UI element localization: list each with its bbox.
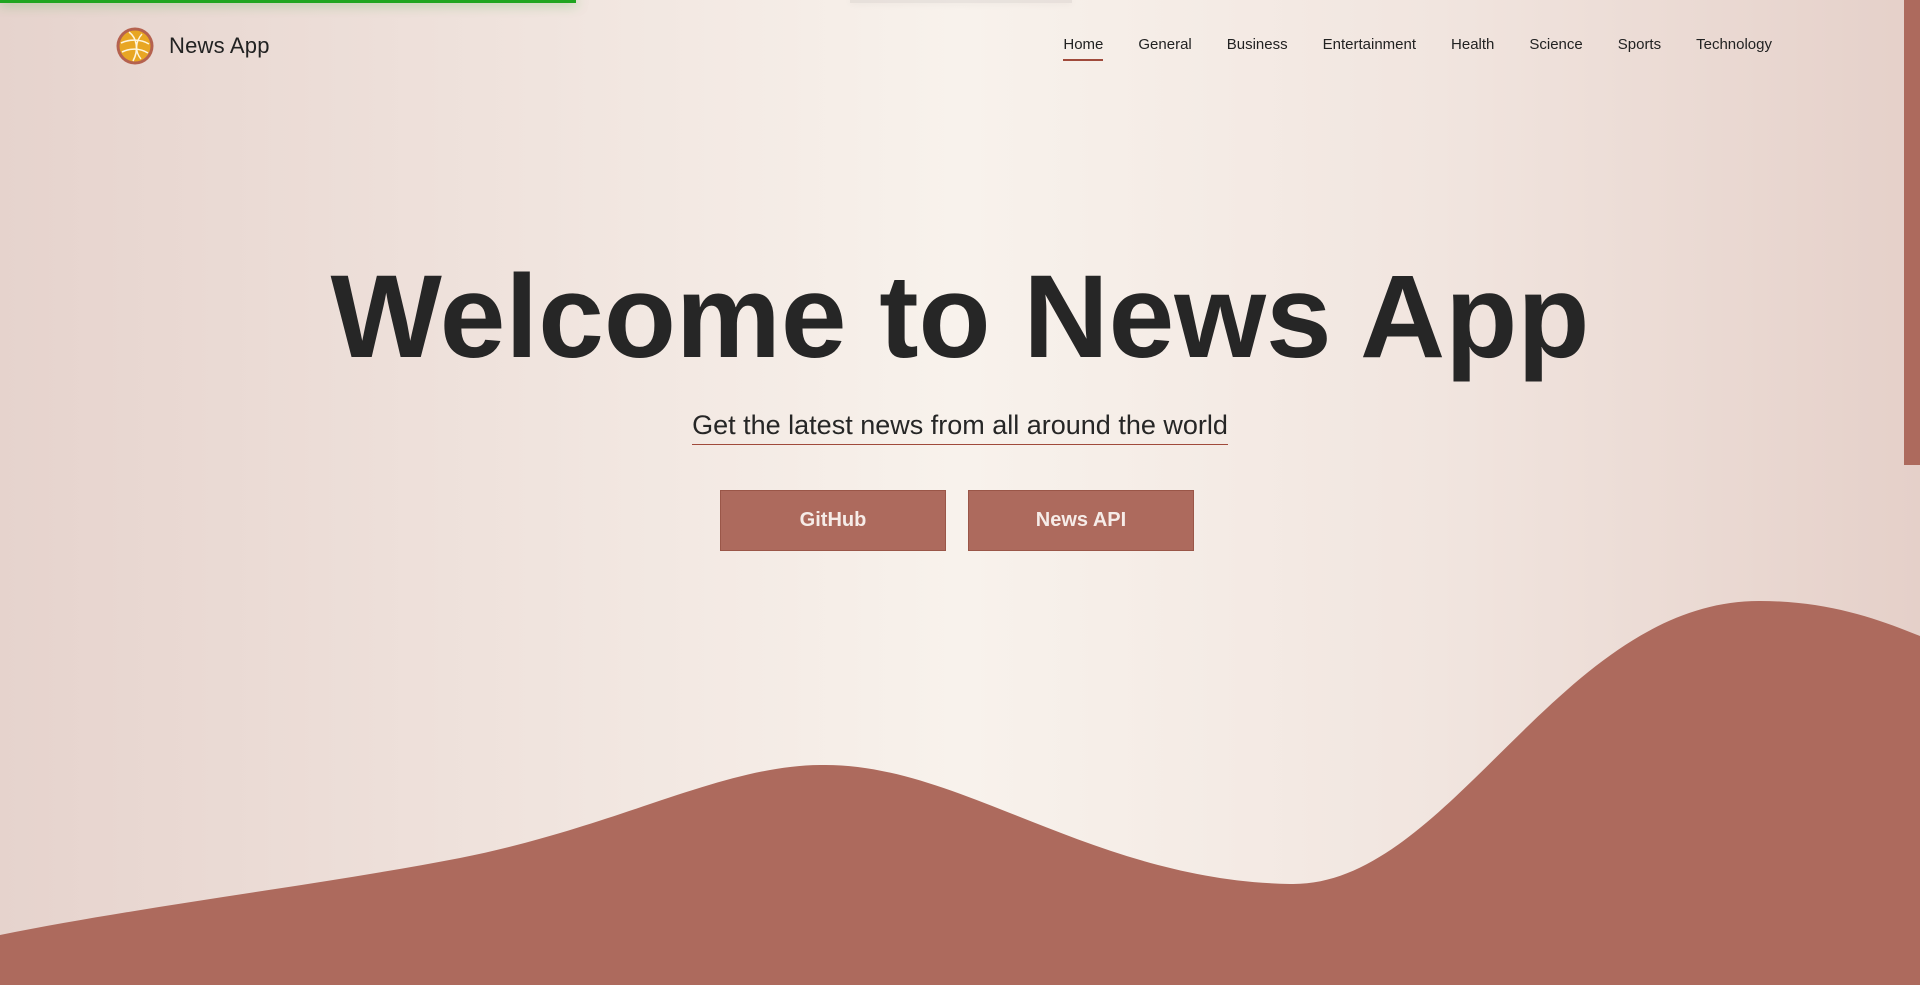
hero-subtitle: Get the latest news from all around the …: [692, 410, 1228, 445]
hero-title: Welcome to News App: [330, 251, 1590, 383]
nav-business-link[interactable]: Business: [1227, 36, 1288, 61]
brand-name: News App: [169, 33, 270, 58]
news-api-button[interactable]: News API: [968, 490, 1194, 551]
nav-home-link[interactable]: Home: [1063, 36, 1104, 61]
github-button[interactable]: GitHub: [720, 490, 946, 551]
scrollbar-thumb[interactable]: [1904, 0, 1920, 465]
hero-button-row: GitHub News API: [0, 490, 1920, 551]
globe-icon: [116, 27, 154, 65]
nav-links: Home General Business Entertainment Heal…: [1063, 36, 1772, 61]
hero-subtitle-container: Get the latest news from all around the …: [0, 410, 1920, 445]
nav-health-link[interactable]: Health: [1451, 36, 1494, 61]
navbar: News App Home General Business Entertain…: [0, 0, 1904, 92]
nav-technology-link[interactable]: Technology: [1696, 36, 1772, 61]
nav-sports-link[interactable]: Sports: [1618, 36, 1661, 61]
nav-science-link[interactable]: Science: [1529, 36, 1582, 61]
brand[interactable]: News App: [115, 26, 270, 66]
nav-general-link[interactable]: General: [1138, 36, 1191, 61]
nav-entertainment-link[interactable]: Entertainment: [1323, 36, 1416, 61]
